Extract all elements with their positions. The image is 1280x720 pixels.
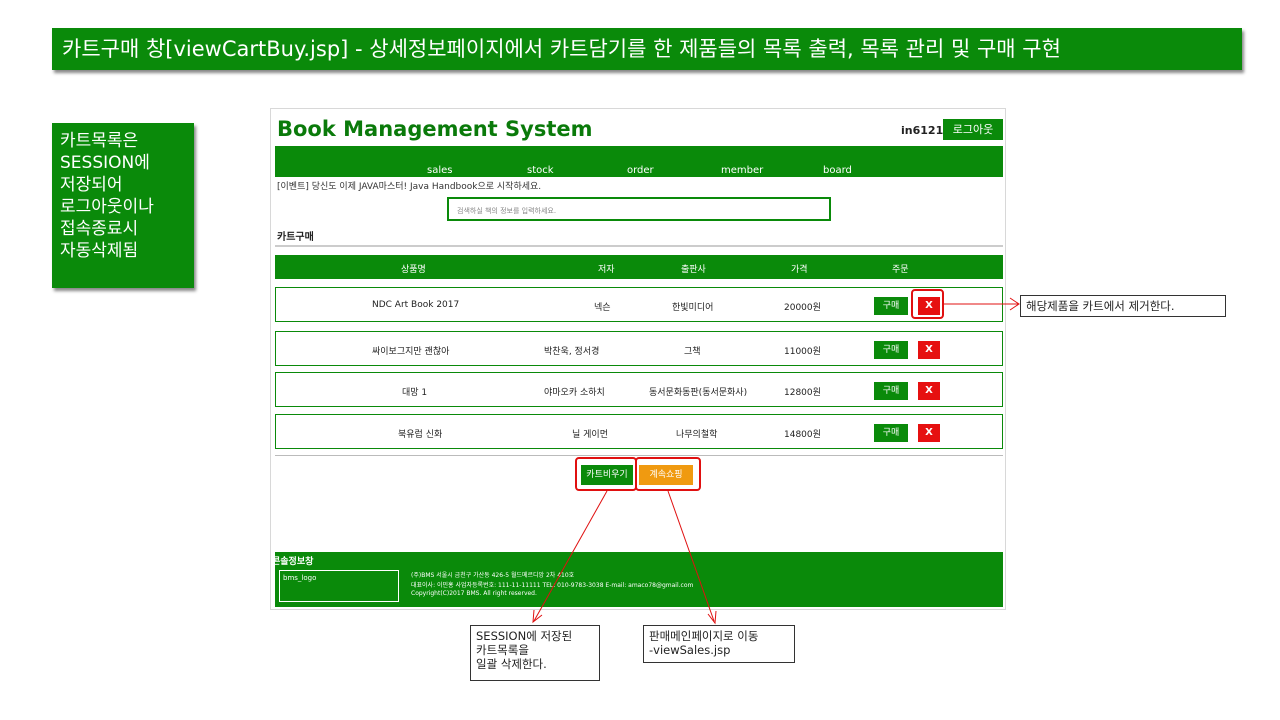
continue-arrow-head — [707, 610, 717, 625]
continue-callout: 판매메인페이지로 이동 -viewSales.jsp — [643, 625, 795, 663]
empty-arrow-line — [533, 490, 608, 622]
continue-arrow-line — [667, 490, 715, 622]
remove-callout: 해당제품을 카트에서 제거한다. — [1020, 295, 1226, 317]
annotation-arrows — [532, 297, 1020, 625]
empty-cart-callout: SESSION에 저장된 카트목록을 일괄 삭제한다. — [470, 625, 600, 681]
